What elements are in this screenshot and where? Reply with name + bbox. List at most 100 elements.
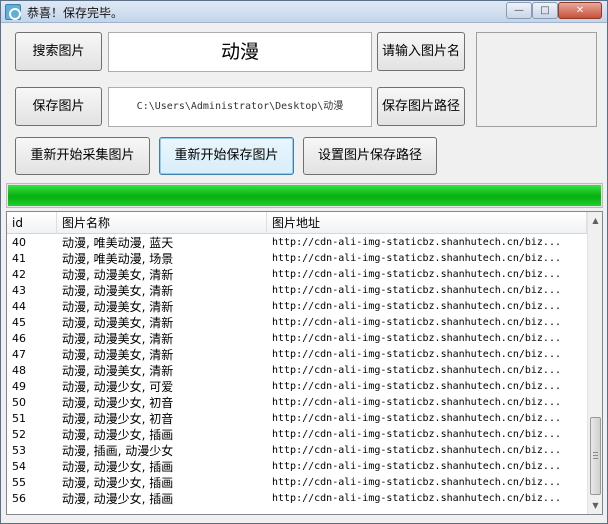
- row-id-cell: 45: [12, 316, 26, 329]
- table-row[interactable]: 45 动漫, 动漫美女, 清新 http://cdn-ali-img-staticb…: [7, 315, 587, 331]
- row-id-cell: 49: [12, 380, 26, 393]
- progress-fill: [8, 185, 601, 206]
- row-name-cell: 动漫, 唯美动漫, 场景: [62, 252, 174, 266]
- row-name-cell: 动漫, 动漫美女, 清新: [62, 268, 174, 282]
- scroll-down-icon[interactable]: ▼: [588, 497, 602, 514]
- row-url-cell: http://cdn-ali-img-staticbz.shanhutech.c…: [272, 493, 561, 504]
- restart-save-button[interactable]: 重新开始保存图片: [159, 137, 294, 175]
- table-row[interactable]: 50 动漫, 动漫少女, 初音 http://cdn-ali-img-staticb…: [7, 395, 587, 411]
- row-url-cell: http://cdn-ali-img-staticbz.shanhutech.c…: [272, 381, 561, 392]
- save-images-button[interactable]: 保存图片: [15, 87, 102, 126]
- table-row[interactable]: 53 动漫, 插画, 动漫少女 http://cdn-ali-img-staticb…: [7, 443, 587, 459]
- scroll-thumb[interactable]: [590, 417, 601, 495]
- list-header: id 图片名称 图片地址: [7, 212, 587, 234]
- row-name-cell: 动漫, 动漫少女, 初音: [62, 396, 174, 410]
- app-window: 恭喜！保存完毕。 — □ ✕ 搜索图片 动漫 请输入图片名 保存图片 C:\Us…: [0, 0, 608, 524]
- row-id-cell: 41: [12, 252, 26, 265]
- row-url-cell: http://cdn-ali-img-staticbz.shanhutech.c…: [272, 253, 561, 264]
- save-path-button[interactable]: 保存图片路径: [377, 87, 465, 126]
- table-row[interactable]: 51 动漫, 动漫少女, 初音 http://cdn-ali-img-staticb…: [7, 411, 587, 427]
- search-images-button[interactable]: 搜索图片: [15, 32, 102, 71]
- row-name-cell: 动漫, 动漫美女, 清新: [62, 316, 174, 330]
- scroll-grip: [593, 455, 598, 456]
- row-name-cell: 动漫, 动漫少女, 插画: [62, 428, 174, 442]
- row-url-cell: http://cdn-ali-img-staticbz.shanhutech.c…: [272, 237, 561, 248]
- row-url-cell: http://cdn-ali-img-staticbz.shanhutech.c…: [272, 477, 561, 488]
- list-body: 40 动漫, 唯美动漫, 蓝天 http://cdn-ali-img-staticb…: [7, 235, 587, 507]
- table-row[interactable]: 44 动漫, 动漫美女, 清新 http://cdn-ali-img-staticb…: [7, 299, 587, 315]
- column-header-id[interactable]: id: [7, 212, 57, 234]
- row-name-cell: 动漫, 插画, 动漫少女: [62, 444, 174, 458]
- image-list-view[interactable]: id 图片名称 图片地址 40 动漫, 唯美动漫, 蓝天 http://cdn-al…: [6, 211, 603, 515]
- table-row[interactable]: 41 动漫, 唯美动漫, 场景 http://cdn-ali-img-staticb…: [7, 251, 587, 267]
- table-row[interactable]: 40 动漫, 唯美动漫, 蓝天 http://cdn-ali-img-staticb…: [7, 235, 587, 251]
- row-name-cell: 动漫, 动漫少女, 插画: [62, 476, 174, 490]
- row-url-cell: http://cdn-ali-img-staticbz.shanhutech.c…: [272, 301, 561, 312]
- scroll-grip: [593, 458, 598, 459]
- row-id-cell: 52: [12, 428, 26, 441]
- row-url-cell: http://cdn-ali-img-staticbz.shanhutech.c…: [272, 333, 561, 344]
- row-id-cell: 53: [12, 444, 26, 457]
- minimize-icon: —: [514, 5, 524, 16]
- row-id-cell: 48: [12, 364, 26, 377]
- row-url-cell: http://cdn-ali-img-staticbz.shanhutech.c…: [272, 317, 561, 328]
- row-name-cell: 动漫, 动漫美女, 清新: [62, 332, 174, 346]
- row-url-cell: http://cdn-ali-img-staticbz.shanhutech.c…: [272, 397, 561, 408]
- image-preview-box: [476, 32, 597, 127]
- row-name-cell: 动漫, 动漫美女, 清新: [62, 364, 174, 378]
- app-icon: [5, 4, 21, 20]
- vertical-scrollbar[interactable]: ▲ ▼: [587, 212, 602, 514]
- row-id-cell: 54: [12, 460, 26, 473]
- title-bar[interactable]: 恭喜！保存完毕。 — □ ✕: [1, 1, 607, 23]
- row-id-cell: 47: [12, 348, 26, 361]
- close-button[interactable]: ✕: [558, 2, 602, 19]
- row-url-cell: http://cdn-ali-img-staticbz.shanhutech.c…: [272, 285, 561, 296]
- table-row[interactable]: 49 动漫, 动漫少女, 可爱 http://cdn-ali-img-staticb…: [7, 379, 587, 395]
- table-row[interactable]: 52 动漫, 动漫少女, 插画 http://cdn-ali-img-staticb…: [7, 427, 587, 443]
- row-id-cell: 44: [12, 300, 26, 313]
- column-header-url[interactable]: 图片地址: [267, 212, 587, 234]
- table-row[interactable]: 54 动漫, 动漫少女, 插画 http://cdn-ali-img-staticb…: [7, 459, 587, 475]
- table-row[interactable]: 47 动漫, 动漫美女, 清新 http://cdn-ali-img-staticb…: [7, 347, 587, 363]
- row-id-cell: 40: [12, 236, 26, 249]
- row-url-cell: http://cdn-ali-img-staticbz.shanhutech.c…: [272, 429, 561, 440]
- row-name-cell: 动漫, 动漫少女, 插画: [62, 492, 174, 506]
- maximize-icon: □: [540, 5, 550, 16]
- row-name-cell: 动漫, 动漫少女, 插画: [62, 460, 174, 474]
- progress-bar: [6, 183, 603, 208]
- window-title: 恭喜！保存完毕。: [27, 6, 124, 20]
- row-id-cell: 50: [12, 396, 26, 409]
- scroll-up-icon[interactable]: ▲: [588, 212, 602, 229]
- row-url-cell: http://cdn-ali-img-staticbz.shanhutech.c…: [272, 461, 561, 472]
- row-url-cell: http://cdn-ali-img-staticbz.shanhutech.c…: [272, 365, 561, 376]
- row-url-cell: http://cdn-ali-img-staticbz.shanhutech.c…: [272, 349, 561, 360]
- set-save-path-button[interactable]: 设置图片保存路径: [303, 137, 437, 175]
- image-name-button[interactable]: 请输入图片名: [377, 32, 465, 71]
- row-name-cell: 动漫, 唯美动漫, 蓝天: [62, 236, 174, 250]
- row-name-cell: 动漫, 动漫美女, 清新: [62, 300, 174, 314]
- table-row[interactable]: 42 动漫, 动漫美女, 清新 http://cdn-ali-img-staticb…: [7, 267, 587, 283]
- column-header-name[interactable]: 图片名称: [57, 212, 267, 234]
- table-row[interactable]: 55 动漫, 动漫少女, 插画 http://cdn-ali-img-staticb…: [7, 475, 587, 491]
- scroll-grip: [593, 452, 598, 453]
- minimize-button[interactable]: —: [506, 2, 532, 19]
- save-path-input[interactable]: C:\Users\Administrator\Desktop\动漫: [108, 87, 372, 127]
- close-icon: ✕: [575, 5, 585, 16]
- row-id-cell: 42: [12, 268, 26, 281]
- row-url-cell: http://cdn-ali-img-staticbz.shanhutech.c…: [272, 413, 561, 424]
- row-name-cell: 动漫, 动漫美女, 清新: [62, 348, 174, 362]
- table-row[interactable]: 46 动漫, 动漫美女, 清新 http://cdn-ali-img-staticb…: [7, 331, 587, 347]
- table-row[interactable]: 43 动漫, 动漫美女, 清新 http://cdn-ali-img-staticb…: [7, 283, 587, 299]
- row-url-cell: http://cdn-ali-img-staticbz.shanhutech.c…: [272, 445, 561, 456]
- row-name-cell: 动漫, 动漫美女, 清新: [62, 284, 174, 298]
- row-id-cell: 55: [12, 476, 26, 489]
- restart-collect-button[interactable]: 重新开始采集图片: [15, 137, 150, 175]
- maximize-button[interactable]: □: [532, 2, 558, 19]
- row-name-cell: 动漫, 动漫少女, 可爱: [62, 380, 174, 394]
- table-row[interactable]: 48 动漫, 动漫美女, 清新 http://cdn-ali-img-staticb…: [7, 363, 587, 379]
- row-id-cell: 56: [12, 492, 26, 505]
- keyword-input[interactable]: 动漫: [108, 32, 372, 72]
- row-id-cell: 43: [12, 284, 26, 297]
- table-row[interactable]: 56 动漫, 动漫少女, 插画 http://cdn-ali-img-staticb…: [7, 491, 587, 507]
- row-id-cell: 46: [12, 332, 26, 345]
